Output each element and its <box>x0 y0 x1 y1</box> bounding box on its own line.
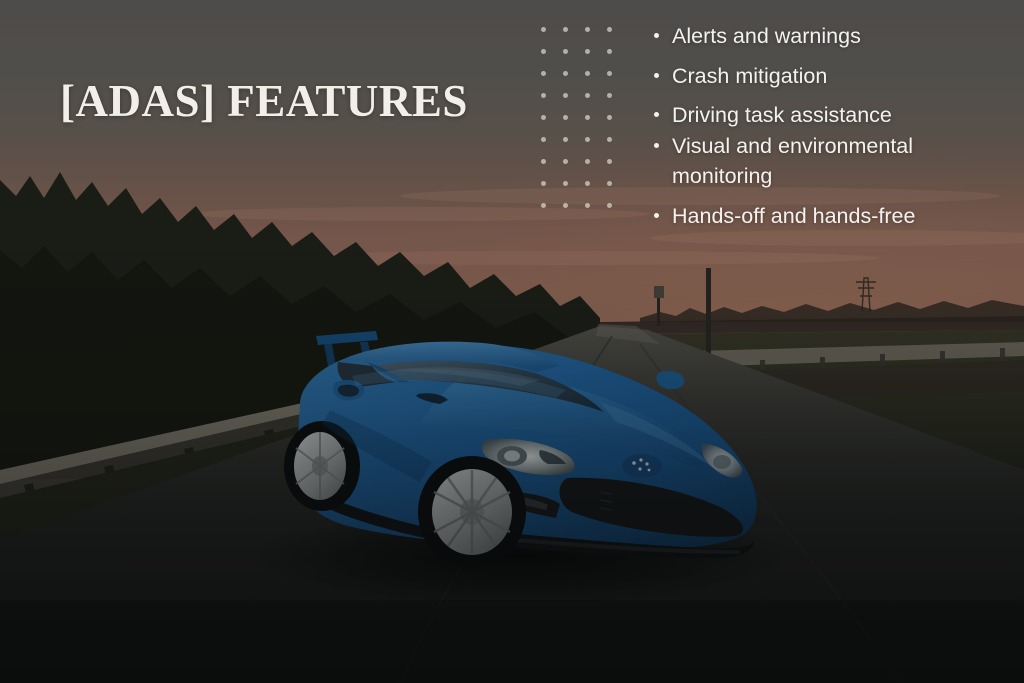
slide-content: [ADAS] FEATURES Alerts and warnings Cras… <box>0 0 1024 683</box>
feature-label: Driving task assistance <box>672 103 892 128</box>
feature-label: Alerts and warnings <box>672 24 861 48</box>
list-item: Driving task assistance <box>650 100 1012 131</box>
bullet-icon <box>654 142 659 148</box>
adas-features-slide: [ADAS] FEATURES Alerts and warnings Cras… <box>0 0 1024 683</box>
list-item: Alerts and warnings <box>650 21 1012 52</box>
list-item: Crash mitigation <box>650 61 1012 92</box>
bullet-icon <box>654 33 659 38</box>
bullet-icon <box>654 212 659 218</box>
features-list: Alerts and warnings Crash mitigation Dri… <box>650 21 1012 231</box>
list-item: Visual and environmental monitoring <box>650 131 1012 192</box>
bullet-icon <box>654 112 659 118</box>
feature-label: Hands-off and hands-free <box>672 203 916 228</box>
feature-label: Visual and environmental monitoring <box>672 133 914 189</box>
feature-label: Crash mitigation <box>672 63 828 88</box>
bullet-icon <box>654 72 659 78</box>
page-title: [ADAS] FEATURES <box>60 76 468 126</box>
dot-grid-decoration <box>541 27 612 208</box>
list-item: Hands-off and hands-free <box>650 201 1012 232</box>
